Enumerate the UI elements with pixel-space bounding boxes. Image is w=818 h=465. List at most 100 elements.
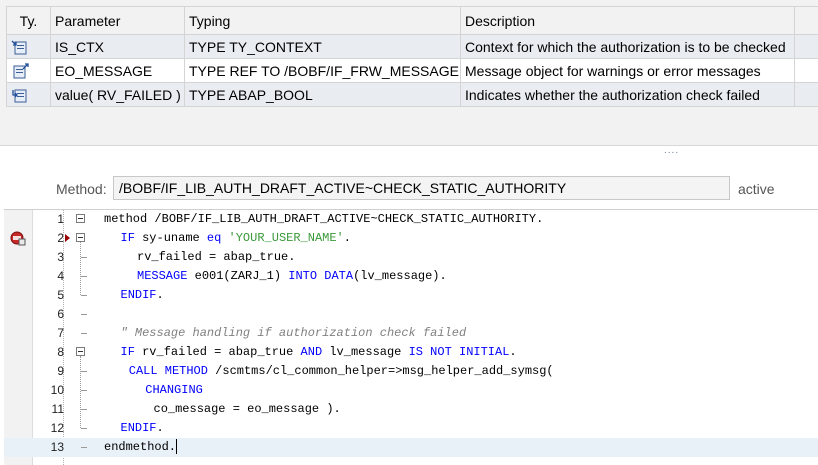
param-filler-cell [795, 35, 818, 59]
code-text[interactable]: endmethod. [104, 438, 177, 457]
line-number: 2 [32, 229, 64, 248]
param-filler-cell [795, 83, 818, 107]
code-text[interactable]: rv_failed = abap_true. [137, 248, 295, 267]
line-number: 10 [32, 381, 64, 400]
code-text[interactable]: IF sy-uname eq 'YOUR_USER_NAME'. [121, 229, 351, 248]
code-token: . [509, 345, 516, 359]
code-token: rv_failed = abap_true. [137, 250, 295, 264]
code-token: eq [207, 231, 221, 245]
code-token: . [344, 231, 351, 245]
code-token: method [104, 212, 147, 226]
code-text[interactable]: ENDIF. [121, 286, 164, 305]
code-token [221, 231, 228, 245]
code-token: AND [301, 345, 323, 359]
exporting-icon [11, 63, 29, 79]
code-token: ENDIF [121, 288, 157, 302]
parameter-panel: Ty. Parameter Typing Description IS_CTXT… [0, 0, 818, 146]
table-row[interactable]: value( RV_FAILED )TYPE ABAP_BOOLIndicate… [7, 83, 818, 107]
param-name-cell[interactable]: value( RV_FAILED ) [51, 83, 185, 107]
code-text[interactable]: CALL METHOD /scmtms/cl_common_helper=>ms… [129, 362, 554, 381]
code-line[interactable]: 8 IF rv_failed = abap_true AND lv_message… [4, 343, 818, 362]
code-token: CALL METHOD [129, 364, 208, 378]
param-type-cell[interactable] [7, 83, 51, 107]
code-line[interactable]: 5 ENDIF. [4, 286, 818, 305]
code-token: . [157, 421, 164, 435]
param-filler-cell [795, 59, 818, 83]
fold-guide [80, 356, 82, 428]
line-number: 3 [32, 248, 64, 267]
code-token: /BOBF/IF_LIB_AUTH_DRAFT_ACTIVE~CHECK_STA… [147, 212, 543, 226]
code-token: endmethod. [104, 440, 176, 454]
param-name-cell[interactable]: IS_CTX [51, 35, 185, 59]
column-header-typing[interactable]: Typing [185, 7, 461, 35]
code-token: IF [121, 231, 135, 245]
code-token: IS NOT INITIAL [409, 345, 510, 359]
importing-icon [11, 39, 29, 55]
code-text[interactable]: CHANGING [145, 381, 203, 400]
line-number: 8 [32, 343, 64, 362]
line-number: 5 [32, 286, 64, 305]
code-text[interactable]: method /BOBF/IF_LIB_AUTH_DRAFT_ACTIVE~CH… [104, 210, 543, 229]
column-header-type[interactable]: Ty. [7, 7, 51, 35]
column-header-filler [795, 7, 818, 35]
param-description-cell[interactable]: Message object for warnings or error mes… [461, 59, 795, 83]
code-line[interactable]: 12 ENDIF. [4, 419, 818, 438]
code-line[interactable]: 2 IF sy-uname eq 'YOUR_USER_NAME'. [4, 229, 818, 248]
param-typing-cell[interactable]: TYPE TY_CONTEXT [185, 35, 461, 59]
method-header: Method: /BOBF/IF_LIB_AUTH_DRAFT_ACTIVE~C… [0, 176, 818, 202]
code-line[interactable]: 13endmethod. [4, 438, 818, 457]
code-line[interactable]: 1 method /BOBF/IF_LIB_AUTH_DRAFT_ACTIVE~C… [4, 210, 818, 229]
line-number: 9 [32, 362, 64, 381]
code-token: IF [121, 345, 135, 359]
method-status: active [738, 181, 775, 197]
param-description-cell[interactable]: Context for which the authorization is t… [461, 35, 795, 59]
code-token: co_message = eo_message ). [154, 402, 341, 416]
fold-toggle-icon[interactable] [76, 214, 85, 223]
fold-toggle-icon[interactable] [76, 233, 85, 242]
line-number: 11 [32, 400, 64, 419]
code-token: (lv_message). [353, 269, 447, 283]
table-row[interactable]: EO_MESSAGETYPE REF TO /BOBF/IF_FRW_MESSA… [7, 59, 818, 83]
method-name-field[interactable]: /BOBF/IF_LIB_AUTH_DRAFT_ACTIVE~CHECK_STA… [113, 176, 730, 200]
fold-line-mark [81, 333, 87, 334]
code-text[interactable]: co_message = eo_message ). [154, 400, 341, 419]
code-editor[interactable]: 1 method /BOBF/IF_LIB_AUTH_DRAFT_ACTIVE~C… [4, 209, 818, 465]
code-token: ENDIF [121, 421, 157, 435]
code-line[interactable]: 3 rv_failed = abap_true. [4, 248, 818, 267]
column-header-description[interactable]: Description [461, 7, 795, 35]
code-text[interactable]: MESSAGE e001(ZARJ_1) INTO DATA(lv_messag… [137, 267, 447, 286]
code-text[interactable]: IF rv_failed = abap_true AND lv_message … [121, 343, 517, 362]
param-typing-cell[interactable]: TYPE REF TO /BOBF/IF_FRW_MESSAGE [185, 59, 461, 83]
splitter-grip[interactable]: .... [664, 146, 679, 156]
fold-line-mark [81, 295, 87, 296]
param-type-cell[interactable] [7, 35, 51, 59]
code-line[interactable]: 7" Message handling if authorization che… [4, 324, 818, 343]
code-token: MESSAGE [137, 269, 187, 283]
code-line[interactable]: 9 CALL METHOD /scmtms/cl_common_helper=>m… [4, 362, 818, 381]
code-line[interactable]: 6 [4, 305, 818, 324]
column-header-parameter[interactable]: Parameter [51, 7, 185, 35]
param-type-cell[interactable] [7, 59, 51, 83]
code-line[interactable]: 4MESSAGE e001(ZARJ_1) INTO DATA(lv_messa… [4, 267, 818, 286]
text-cursor [176, 439, 177, 454]
param-description-cell[interactable]: Indicates whether the authorization chec… [461, 83, 795, 107]
code-line[interactable]: 11 co_message = eo_message ). [4, 400, 818, 419]
code-text[interactable]: " Message handling if authorization chec… [121, 324, 467, 343]
breakpoint-icon[interactable] [10, 231, 26, 246]
code-token: lv_message [322, 345, 408, 359]
code-token: . [157, 288, 164, 302]
param-name-cell[interactable]: EO_MESSAGE [51, 59, 185, 83]
code-line[interactable]: 10 CHANGING [4, 381, 818, 400]
code-token: 'YOUR_USER_NAME' [229, 231, 344, 245]
line-number: 12 [32, 419, 64, 438]
fold-toggle-icon[interactable] [76, 347, 85, 356]
execution-arrow-icon [65, 234, 70, 242]
code-token: /scmtms/cl_common_helper=>msg_helper_add… [208, 364, 554, 378]
code-text[interactable]: ENDIF. [121, 419, 164, 438]
line-number: 6 [32, 305, 64, 324]
table-row[interactable]: IS_CTXTYPE TY_CONTEXTContext for which t… [7, 35, 818, 59]
line-number: 1 [32, 210, 64, 229]
returning-icon [11, 87, 29, 103]
parameter-table: Ty. Parameter Typing Description IS_CTXT… [6, 6, 818, 107]
param-typing-cell[interactable]: TYPE ABAP_BOOL [185, 83, 461, 107]
